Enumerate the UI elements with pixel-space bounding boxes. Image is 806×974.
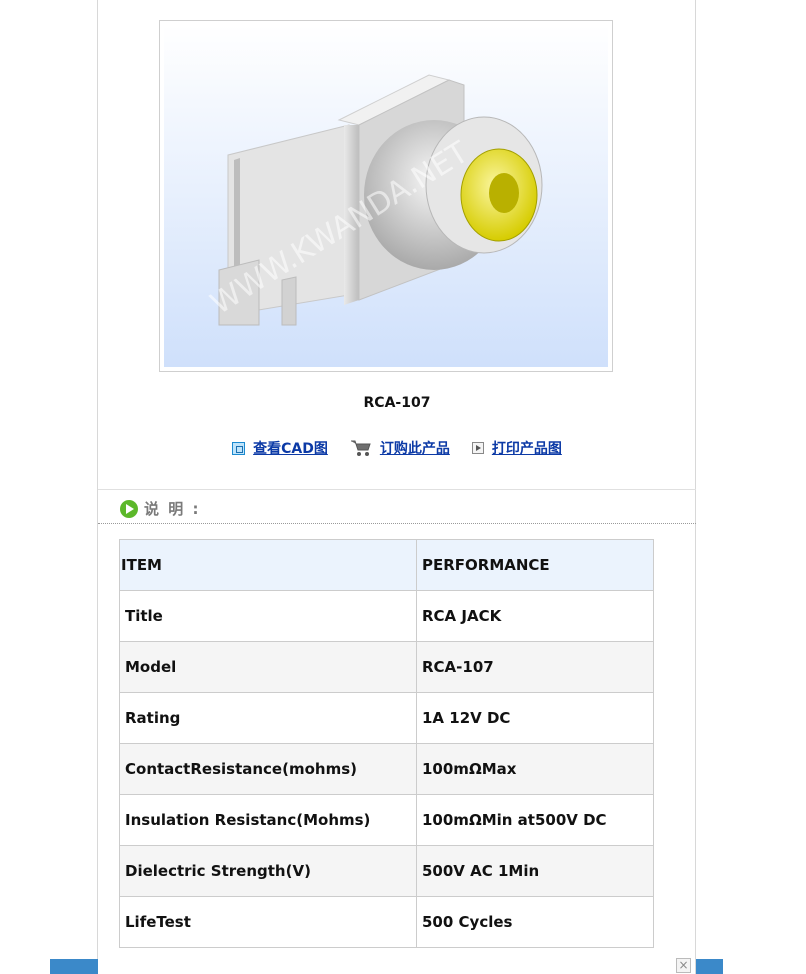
spec-item: Insulation Resistanc(Mohms) (119, 794, 417, 846)
spec-value: 100mΩMin at500V DC (416, 794, 654, 846)
spec-item: Rating (119, 692, 417, 744)
cad-icon (232, 441, 246, 455)
order-product-label[interactable]: 订购此产品 (380, 438, 450, 458)
spec-value: RCA-107 (416, 641, 654, 693)
spec-item: ContactResistance(mohms) (119, 743, 417, 795)
spec-value: 500V AC 1Min (416, 845, 654, 897)
table-row: Model RCA-107 (119, 641, 654, 693)
product-image[interactable]: WWW.KWANDA.NET (159, 20, 613, 372)
spec-value: 500 Cycles (416, 896, 654, 948)
cart-icon (350, 440, 371, 456)
table-row: LifeTest 500 Cycles (119, 896, 654, 948)
view-cad-label[interactable]: 查看CAD图 (253, 438, 328, 458)
table-row: Rating 1A 12V DC (119, 692, 654, 744)
spec-value: RCA JACK (416, 590, 654, 642)
spec-table: ITEM PERFORMANCE Title RCA JACK Model RC… (119, 539, 654, 948)
rca-jack-render: WWW.KWANDA.NET (164, 25, 608, 367)
product-actions: 查看CAD图 订购此产品 打印产品图 (98, 436, 696, 460)
header-item: ITEM (119, 539, 417, 591)
order-product-link[interactable]: 订购此产品 (350, 438, 450, 458)
print-product-label[interactable]: 打印产品图 (492, 438, 562, 458)
view-cad-link[interactable]: 查看CAD图 (232, 438, 328, 458)
table-row: Insulation Resistanc(Mohms) 100mΩMin at5… (119, 794, 654, 846)
spec-item: Dielectric Strength(V) (119, 845, 417, 897)
print-product-link[interactable]: 打印产品图 (471, 438, 562, 458)
table-row: Dielectric Strength(V) 500V AC 1Min (119, 845, 654, 897)
description-heading: 说 明 : (120, 498, 200, 519)
spec-item: LifeTest (119, 896, 417, 948)
spec-value: 100mΩMax (416, 743, 654, 795)
dotted-separator (98, 523, 696, 524)
header-performance: PERFORMANCE (416, 539, 654, 591)
table-row: ContactResistance(mohms) 100mΩMax (119, 743, 654, 795)
spec-item: Model (119, 641, 417, 693)
table-row: Title RCA JACK (119, 590, 654, 642)
description-title: 说 明 : (144, 500, 201, 518)
bottom-left-bar (50, 959, 98, 974)
bottom-right-bar (696, 959, 723, 974)
close-icon[interactable]: × (676, 958, 691, 973)
product-name: RCA-107 (363, 395, 431, 411)
spec-value: 1A 12V DC (416, 692, 654, 744)
print-icon (471, 442, 484, 454)
spec-item: Title (119, 590, 417, 642)
section-divider (98, 489, 696, 490)
arrow-right-icon (120, 499, 138, 518)
table-header-row: ITEM PERFORMANCE (119, 539, 654, 591)
